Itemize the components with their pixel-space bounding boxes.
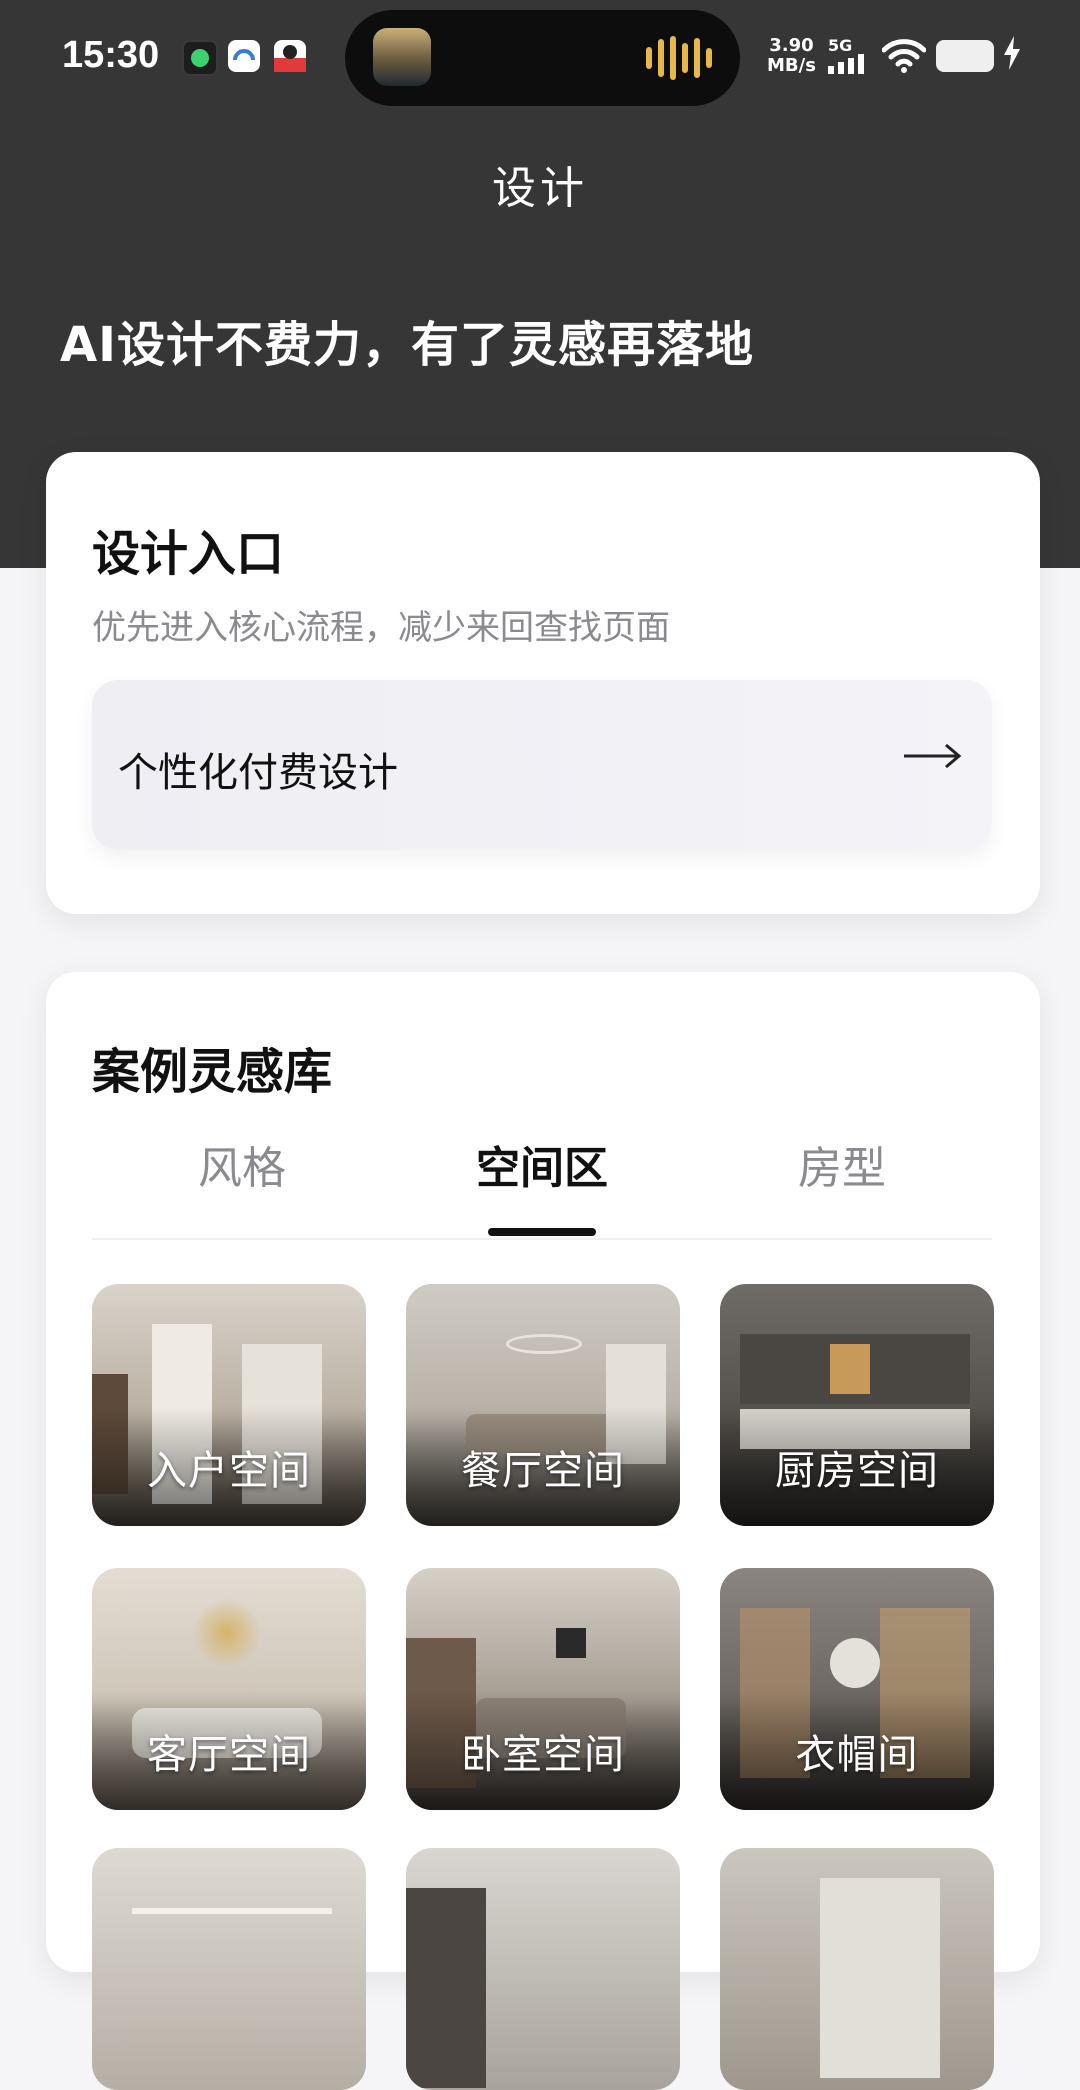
active-tab-indicator bbox=[488, 1228, 596, 1236]
charging-icon bbox=[1004, 36, 1020, 78]
case-tile[interactable] bbox=[406, 1848, 680, 2090]
case-tile-label: 客厅空间 bbox=[147, 1732, 311, 1778]
tab-style[interactable]: 风格 bbox=[92, 1132, 392, 1196]
now-playing-thumbnail bbox=[373, 28, 431, 86]
network-type-label: 5G bbox=[828, 36, 853, 55]
network-speed-unit: MB/s bbox=[767, 55, 816, 76]
case-tile-label: 衣帽间 bbox=[795, 1732, 919, 1778]
design-entry-card: 设计入口 优先进入核心流程，减少来回查找页面 个性化付费设计 bbox=[46, 452, 1040, 914]
case-tile-kitchen[interactable]: 厨房空间 bbox=[720, 1284, 994, 1526]
case-tile-label: 餐厅空间 bbox=[461, 1448, 625, 1494]
cases-tab-bar: 风格 空间区 房型 bbox=[92, 1132, 992, 1212]
case-tile-cloakroom[interactable]: 衣帽间 bbox=[720, 1568, 994, 1810]
case-tile[interactable] bbox=[720, 1848, 994, 2090]
case-tile-label: 厨房空间 bbox=[775, 1448, 939, 1494]
custom-paid-design-button[interactable]: 个性化付费设计 bbox=[92, 680, 992, 850]
case-inspiration-card: 案例灵感库 风格 空间区 房型 入户空间 餐厅空间 厨房空间 客厅空间 卧室空间… bbox=[46, 972, 1040, 2090]
tab-space-zone[interactable]: 空间区 bbox=[392, 1132, 692, 1196]
header-slogan: AI设计不费力，有了灵感再落地 bbox=[60, 317, 755, 373]
network-speed-value: 3.90 bbox=[769, 35, 814, 56]
case-tile-dining[interactable]: 餐厅空间 bbox=[406, 1284, 680, 1526]
custom-paid-design-label: 个性化付费设计 bbox=[118, 750, 398, 796]
app-notification-icon bbox=[228, 40, 260, 72]
cases-card-title: 案例灵感库 bbox=[92, 1044, 333, 1100]
entry-card-title: 设计入口 bbox=[92, 526, 285, 582]
case-tile-label: 卧室空间 bbox=[461, 1732, 625, 1778]
tab-divider bbox=[92, 1238, 992, 1240]
case-tile-living-room[interactable]: 客厅空间 bbox=[92, 1568, 366, 1810]
app-notification-icon bbox=[274, 40, 306, 72]
case-tile-bedroom[interactable]: 卧室空间 bbox=[406, 1568, 680, 1810]
case-tile-label: 入户空间 bbox=[147, 1448, 311, 1494]
dynamic-island[interactable] bbox=[345, 10, 740, 106]
signal-icon: 5G bbox=[828, 36, 872, 76]
audio-waveform-icon bbox=[646, 36, 712, 80]
app-notification-icon bbox=[182, 40, 218, 76]
network-speed: 3.90 MB/s bbox=[767, 36, 816, 76]
wifi-icon bbox=[881, 38, 927, 78]
case-tile-entrance[interactable]: 入户空间 bbox=[92, 1284, 366, 1526]
entry-card-subtitle: 优先进入核心流程，减少来回查找页面 bbox=[92, 608, 670, 648]
status-bar: 15:30 3.90 MB/s 5G bbox=[0, 0, 1080, 120]
page-title: 设计 bbox=[492, 163, 588, 214]
battery-icon bbox=[936, 40, 994, 72]
status-time: 15:30 bbox=[62, 34, 160, 76]
tab-floor-plan[interactable]: 房型 bbox=[692, 1132, 992, 1196]
case-tile[interactable] bbox=[92, 1848, 366, 2090]
arrow-right-icon bbox=[902, 736, 962, 780]
